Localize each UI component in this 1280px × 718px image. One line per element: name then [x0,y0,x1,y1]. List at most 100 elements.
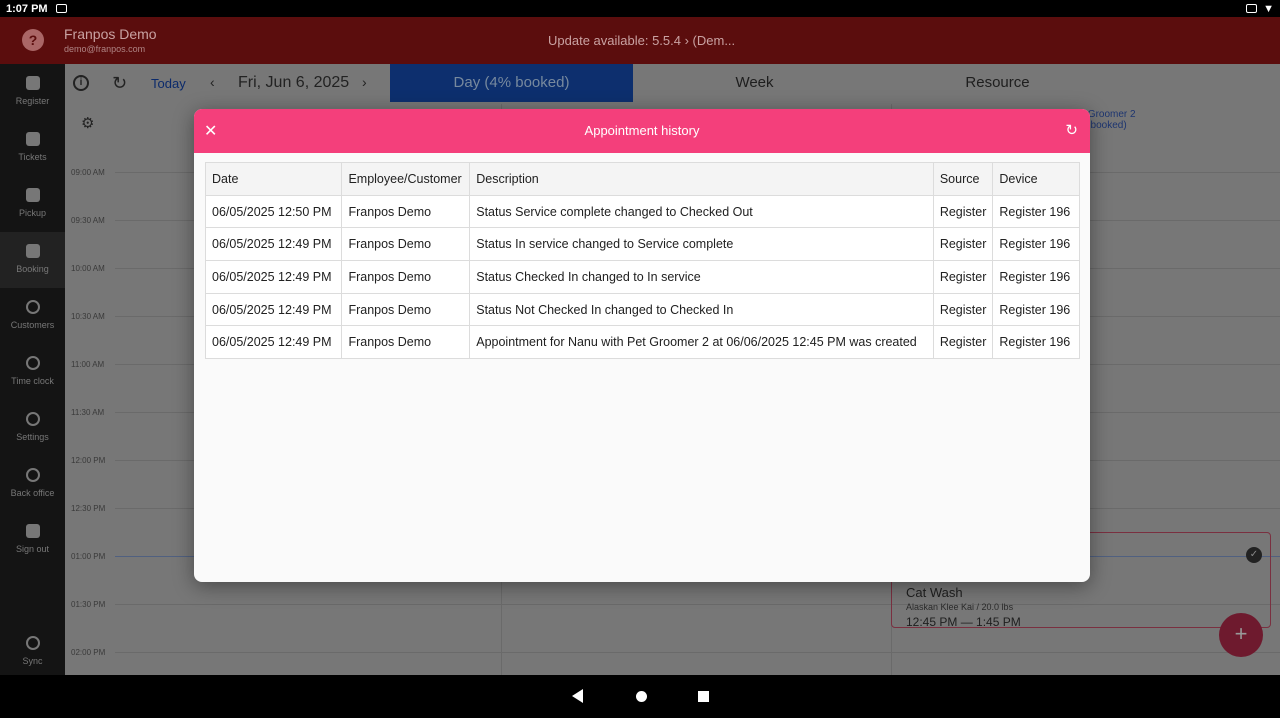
cell-employee: Franpos Demo [341,260,471,294]
sidebar-item-label: Time clock [11,376,54,386]
cell-device: Register 196 [992,325,1080,360]
cell-employee: Franpos Demo [341,325,471,360]
cell-source: Register [932,292,994,327]
android-nav-bar [0,675,1280,718]
help-icon[interactable]: ? [22,29,44,51]
appointment-history-dialog: ✕ Appointment history ↻ Date Employee/Cu… [194,109,1090,582]
sidebar-item-label: Settings [16,432,49,442]
cell-device: Register 196 [992,194,1080,229]
table-row: 06/05/2025 12:49 PM Franpos Demo Appoint… [204,325,1080,360]
sidebar-item-register[interactable]: Register [0,64,65,120]
current-date[interactable]: Fri, Jun 6, 2025 [238,74,349,92]
cell-date: 06/05/2025 12:50 PM [204,194,343,229]
sidebar-item-settings[interactable]: Settings [0,400,65,456]
sidebar-item-pickup[interactable]: Pickup [0,176,65,232]
pickup-icon [25,188,40,202]
status-icons: ▼ [1246,3,1274,15]
app-header: ? Franpos Demo demo@franpos.com Update a… [0,17,1280,64]
time-slot-label: 12:30 PM [71,504,106,513]
time-slot-label: 10:00 AM [71,264,105,273]
recent-apps-icon[interactable] [698,691,709,702]
cell-source: Register [932,325,994,360]
checked-out-icon: ✓ [1246,547,1262,563]
time-slot-label: 01:30 PM [71,600,106,609]
back-icon[interactable] [572,689,583,703]
history-table: Date Employee/Customer Description Sourc… [204,162,1080,360]
dialog-title: Appointment history [584,123,700,138]
sidebar-nav: Register Tickets Pickup Booking Customer… [0,64,65,675]
sidebar-item-label: Tickets [18,152,47,162]
prev-day-button[interactable]: ‹ [210,74,215,90]
refresh-icon[interactable]: ↻ [1065,121,1078,139]
tab-week[interactable]: Week [633,64,876,102]
home-icon[interactable] [636,691,647,702]
cell-device: Register 196 [992,260,1080,294]
cell-description: Status Service complete changed to Check… [469,194,934,229]
cloud-icon [25,468,40,482]
store-name: Franpos Demo [64,26,157,42]
appointment-time: 12:45 PM — 1:45 PM [906,615,1021,629]
cell-employee: Franpos Demo [341,194,471,229]
today-button[interactable]: Today [151,76,186,91]
sidebar-item-time-clock[interactable]: Time clock [0,344,65,400]
cell-description: Appointment for Nanu with Pet Groomer 2 … [469,325,934,360]
sidebar-item-back-office[interactable]: Back office [0,456,65,512]
next-day-button[interactable]: › [362,74,367,90]
sidebar-item-tickets[interactable]: Tickets [0,120,65,176]
sidebar-item-customers[interactable]: Customers [0,288,65,344]
time-slot-label: 12:00 PM [71,456,106,465]
time-gridline [115,652,1280,653]
notification-icon [55,4,67,13]
table-row: 06/05/2025 12:50 PM Franpos Demo Status … [204,194,1080,229]
cell-device: Register 196 [992,227,1080,262]
cart-icon [25,76,40,90]
sync-icon [25,636,40,650]
cell-date: 06/05/2025 12:49 PM [204,260,343,294]
tab-day[interactable]: Day (4% booked) [390,64,633,102]
lock-icon [25,524,40,538]
cell-source: Register [932,194,994,229]
info-icon[interactable]: i [73,75,89,91]
sidebar-item-sign-out[interactable]: Sign out [0,512,65,568]
calendar-toolbar: i ↻ Today ‹ Fri, Jun 6, 2025 › Day (4% b… [65,64,1280,102]
calendar-settings-icon[interactable]: ⚙ [81,114,94,132]
time-slot-label: 10:30 AM [71,312,105,321]
calendar-icon [25,244,40,258]
store-email: demo@franpos.com [64,44,146,54]
people-icon [25,300,40,314]
cell-source: Register [932,227,994,262]
dialog-header: ✕ Appointment history ↻ [194,109,1090,153]
sidebar-item-label: Back office [10,488,55,498]
time-slot-label: 01:00 PM [71,552,106,561]
sidebar-item-sync[interactable]: Sync [0,624,65,680]
cell-device: Register 196 [992,292,1080,327]
cell-date: 06/05/2025 12:49 PM [204,292,343,327]
cast-icon [1246,4,1258,13]
clock-icon [25,356,40,370]
ticket-icon [25,132,40,146]
column-header-date: Date [204,162,343,196]
sidebar-item-label: Pickup [18,208,46,218]
column-header-device: Device [992,162,1080,196]
appointment-title: Cat Wash [906,585,963,600]
time-slot-label: 02:00 PM [71,648,106,657]
update-available-link[interactable]: Update available: 5.5.4 › (Dem... [548,33,735,48]
refresh-icon[interactable]: ↻ [112,73,127,94]
sidebar-item-booking[interactable]: Booking [0,232,65,288]
gear-icon [25,412,40,426]
time-slot-label: 11:30 AM [71,408,105,417]
wifi-icon: ▼ [1263,2,1274,15]
cell-source: Register [932,260,994,294]
tab-resource[interactable]: Resource [876,64,1119,102]
cell-date: 06/05/2025 12:49 PM [204,325,343,360]
time-slot-label: 09:00 AM [71,168,105,177]
table-row: 06/05/2025 12:49 PM Franpos Demo Status … [204,227,1080,262]
cell-employee: Franpos Demo [341,292,471,327]
add-appointment-button[interactable]: + [1219,613,1263,657]
time-slot-label: 11:00 AM [71,360,105,369]
time-slot-label: 09:30 AM [71,216,105,225]
column-header-source: Source [932,162,994,196]
column-header-description: Description [469,162,934,196]
status-time: 1:07 PM [6,2,48,15]
table-header-row: Date Employee/Customer Description Sourc… [204,162,1080,196]
